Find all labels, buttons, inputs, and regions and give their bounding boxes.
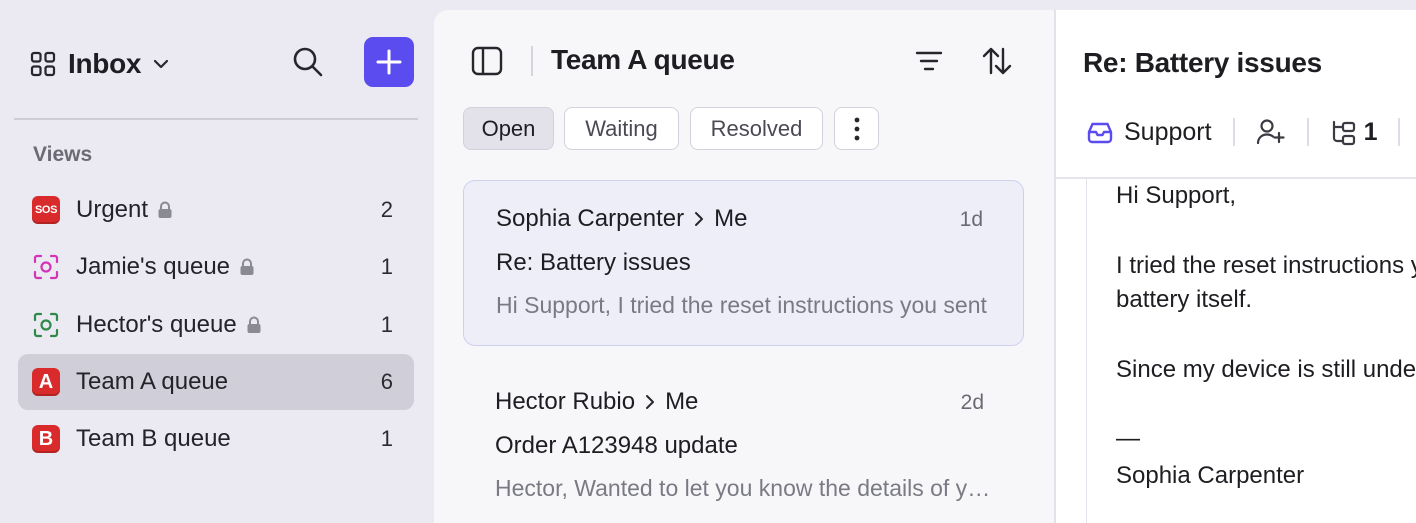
- sort-icon[interactable]: [980, 44, 1014, 78]
- sidebar-divider: [14, 118, 418, 120]
- view-count: 1: [380, 254, 393, 279]
- tab-waiting[interactable]: Waiting: [564, 107, 679, 150]
- message-line: Hi Support,: [1116, 182, 1237, 209]
- sos-badge: SOS: [32, 196, 60, 224]
- inbox-chip-label: Support: [1124, 117, 1212, 146]
- inbox-chip[interactable]: Support: [1086, 118, 1212, 147]
- view-count: 1: [380, 312, 393, 337]
- sidebar-item-label: Urgent: [76, 196, 173, 224]
- sidebar-item-label: Team A queue: [76, 368, 228, 396]
- view-count: 2: [380, 197, 393, 222]
- message-body: Hi Support, I tried the reset instructio…: [1086, 179, 1416, 523]
- tab-resolved[interactable]: Resolved: [690, 107, 823, 150]
- meta-separator: [1398, 118, 1401, 146]
- sidebar-item-team-b-queue[interactable]: B Team B queue 1: [18, 411, 414, 467]
- view-name: Team A queue: [76, 368, 229, 395]
- search-icon: [293, 47, 323, 77]
- conversation-subject: Order A123948 update: [495, 432, 738, 459]
- views-heading: Views: [33, 143, 93, 166]
- view-name: Jamie's queue: [76, 253, 231, 280]
- filter-icon[interactable]: [912, 44, 946, 78]
- chevron-right-icon: [646, 395, 655, 409]
- search-button[interactable]: [286, 40, 330, 84]
- thread-button[interactable]: 1: [1330, 117, 1378, 147]
- sidebar-toggle-icon[interactable]: [470, 44, 504, 78]
- sidebar-item-label: Hector's queue: [76, 311, 262, 339]
- grid-icon: [30, 51, 56, 77]
- lock-icon: [247, 316, 261, 333]
- view-name: Urgent: [76, 196, 149, 223]
- sidebar-item-urgent[interactable]: SOS Urgent 2: [18, 182, 414, 238]
- page-title: Team A queue: [551, 44, 735, 75]
- sos-icon: SOS: [31, 196, 61, 224]
- more-vertical-icon: [854, 117, 859, 140]
- chevron-down-icon: [154, 59, 169, 69]
- letter-a-icon: A: [31, 368, 61, 396]
- inbox-tray-icon: [1087, 122, 1113, 144]
- conversation-participants: Sophia Carpenter Me: [496, 205, 747, 233]
- letter-b-badge: B: [32, 425, 60, 453]
- recipient-name: Me: [665, 388, 699, 415]
- signature-name: Sophia Carpenter: [1116, 462, 1305, 489]
- lock-icon: [158, 201, 172, 218]
- sidebar: Inbox Views SOS Urgent 2 Jamie's queue 1…: [0, 0, 434, 523]
- conversation-preview: Hi Support, I tried the reset instructio…: [496, 292, 987, 318]
- chevron-right-icon: [695, 212, 704, 226]
- recipient-name: Me: [714, 205, 748, 232]
- view-count: 1: [380, 426, 393, 451]
- view-name: Team B queue: [76, 425, 231, 452]
- conversation-item[interactable]: Sophia Carpenter Me 1d Re: Battery issue…: [463, 180, 1024, 346]
- conversation-subject: Re: Battery issues: [496, 249, 691, 276]
- compose-button[interactable]: [364, 37, 414, 87]
- focus-icon: [31, 311, 61, 339]
- view-count: 6: [380, 369, 393, 394]
- thread-count: 1: [1363, 117, 1378, 146]
- conversation-meta-bar: Support 1: [1086, 114, 1416, 150]
- more-tabs-button[interactable]: [834, 107, 879, 150]
- sidebar-item-hectors-queue[interactable]: Hector's queue 1: [18, 297, 414, 353]
- meta-separator: [1232, 118, 1235, 146]
- message-line: battery itself.: [1116, 286, 1253, 313]
- conversation-participants: Hector Rubio Me: [495, 388, 698, 416]
- message-line: Since my device is still under warranty: [1116, 356, 1416, 383]
- assign-button[interactable]: [1256, 118, 1286, 146]
- conversation-list-panel: Team A queue Open Waiting Resolved Sophi…: [434, 10, 1054, 523]
- inbox-title: Inbox: [68, 48, 142, 79]
- conversation-item[interactable]: Hector Rubio Me 2d Order A123948 update …: [463, 364, 1024, 523]
- inbox-switcher[interactable]: Inbox: [30, 42, 171, 86]
- title-separator: [531, 46, 533, 76]
- focus-icon: [31, 253, 61, 281]
- plus-icon: [376, 49, 402, 75]
- thread-icon: [1332, 120, 1355, 146]
- signature-dash: —: [1116, 425, 1140, 452]
- sidebar-item-label: Team B queue: [76, 425, 231, 453]
- add-user-icon: [1256, 119, 1285, 145]
- letter-a-badge: A: [32, 368, 60, 396]
- sender-name: Sophia Carpenter: [496, 205, 685, 232]
- conversation-time: 2d: [960, 391, 984, 414]
- tab-open[interactable]: Open: [463, 107, 554, 150]
- conversation-title: Re: Battery issues: [1083, 47, 1322, 78]
- conversation-time: 1d: [959, 208, 983, 231]
- sidebar-item-jamies-queue[interactable]: Jamie's queue 1: [18, 239, 414, 295]
- message-line: I tried the reset instructions you sent: [1116, 252, 1416, 279]
- sender-name: Hector Rubio: [495, 388, 636, 415]
- letter-b-icon: B: [31, 425, 61, 453]
- sidebar-item-label: Jamie's queue: [76, 253, 255, 281]
- meta-separator: [1306, 118, 1309, 146]
- lock-icon: [240, 258, 254, 275]
- conversation-preview: Hector, Wanted to let you know the detai…: [495, 475, 995, 501]
- sidebar-item-team-a-queue[interactable]: A Team A queue 6: [18, 354, 414, 410]
- conversation-detail-panel: Re: Battery issues Support 1 Hi Support,…: [1054, 10, 1416, 523]
- view-name: Hector's queue: [76, 311, 237, 338]
